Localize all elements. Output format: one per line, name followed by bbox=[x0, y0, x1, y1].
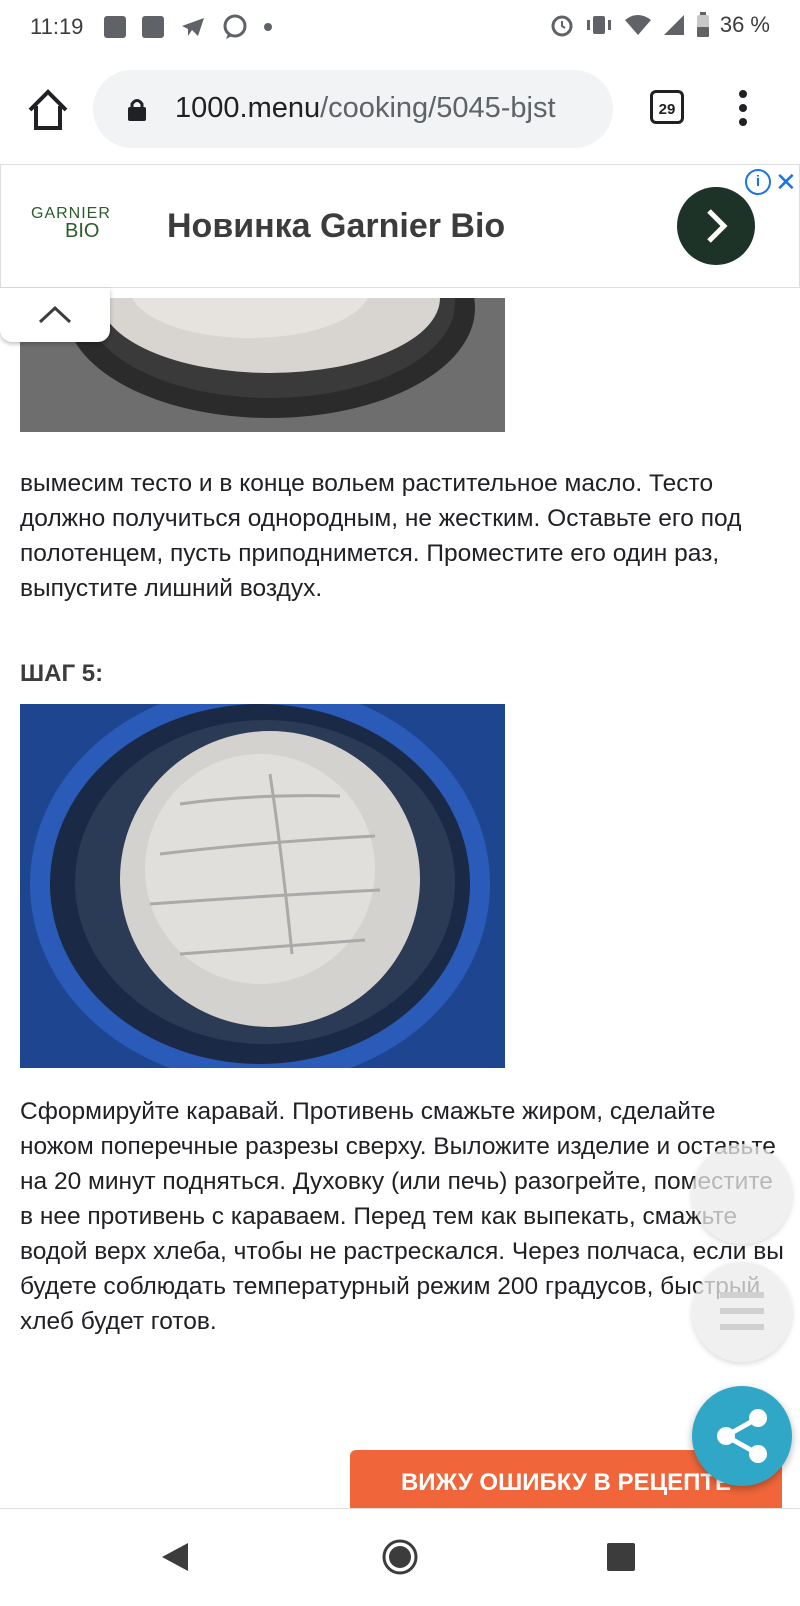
status-bar: 11:19 36 % bbox=[0, 0, 800, 56]
hamburger-icon bbox=[720, 1292, 764, 1330]
ad-title: Новинка Garnier Bio bbox=[167, 207, 506, 245]
signal-icon bbox=[663, 15, 684, 35]
overflow-menu-icon[interactable] bbox=[738, 90, 748, 130]
status-time: 11:19 bbox=[30, 14, 84, 39]
tab-switcher-button[interactable]: 29 bbox=[650, 90, 684, 124]
home-icon[interactable] bbox=[24, 86, 72, 134]
telegram-icon bbox=[182, 18, 204, 36]
chevron-up-icon bbox=[38, 305, 72, 324]
battery-percent: 36 % bbox=[719, 12, 770, 37]
step5-label: ШАГ 5: bbox=[20, 660, 104, 687]
nav-buttons bbox=[162, 1539, 635, 1575]
address-bar[interactable]: 1000.menu/cooking/5045-bjst bbox=[93, 70, 613, 148]
battery-icon bbox=[696, 12, 709, 37]
url-text: 1000.menu/cooking/5045-bjst bbox=[175, 92, 605, 125]
menu-button[interactable] bbox=[692, 1262, 792, 1362]
scroll-up-button[interactable] bbox=[692, 1144, 792, 1244]
recents-icon[interactable] bbox=[607, 1543, 635, 1571]
notification-icons bbox=[104, 14, 272, 40]
wifi-icon bbox=[624, 15, 651, 35]
loaf-image bbox=[20, 704, 505, 1068]
url-path: /cooking/5045-bjst bbox=[320, 92, 556, 124]
share-icon bbox=[717, 1409, 767, 1463]
step4-text: вымесим тесто и в конце вольем раститель… bbox=[20, 470, 742, 602]
share-button[interactable] bbox=[692, 1386, 792, 1486]
system-nav-bar bbox=[0, 1508, 800, 1601]
lock-icon bbox=[128, 99, 146, 121]
vibrate-icon bbox=[586, 16, 611, 34]
viber-icon bbox=[223, 14, 247, 39]
ad-banner[interactable]: GARNIER BIO Новинка Garnier Bio i ✕ bbox=[0, 164, 800, 288]
alarm-icon bbox=[551, 15, 573, 37]
garnier-logo: GARNIER BIO bbox=[31, 205, 111, 242]
step5-photo bbox=[20, 704, 505, 1068]
image-icon bbox=[104, 16, 126, 38]
chevron-right-icon bbox=[707, 209, 728, 243]
system-icons: 36 % bbox=[550, 12, 770, 38]
browser-toolbar: 1000.menu/cooking/5045-bjst 29 bbox=[0, 56, 800, 166]
url-domain: 1000.menu bbox=[175, 92, 321, 124]
back-icon[interactable] bbox=[162, 1543, 188, 1571]
news-icon bbox=[142, 16, 164, 38]
ad-info-icon[interactable]: i bbox=[745, 169, 771, 195]
ad-close-icon[interactable]: ✕ bbox=[775, 167, 797, 198]
ad-go-button[interactable] bbox=[677, 187, 755, 265]
step5-text: Сформируйте каравай. Противень смажьте ж… bbox=[20, 1098, 784, 1335]
dot-icon bbox=[264, 23, 272, 31]
collapse-ad-button[interactable] bbox=[0, 288, 110, 342]
